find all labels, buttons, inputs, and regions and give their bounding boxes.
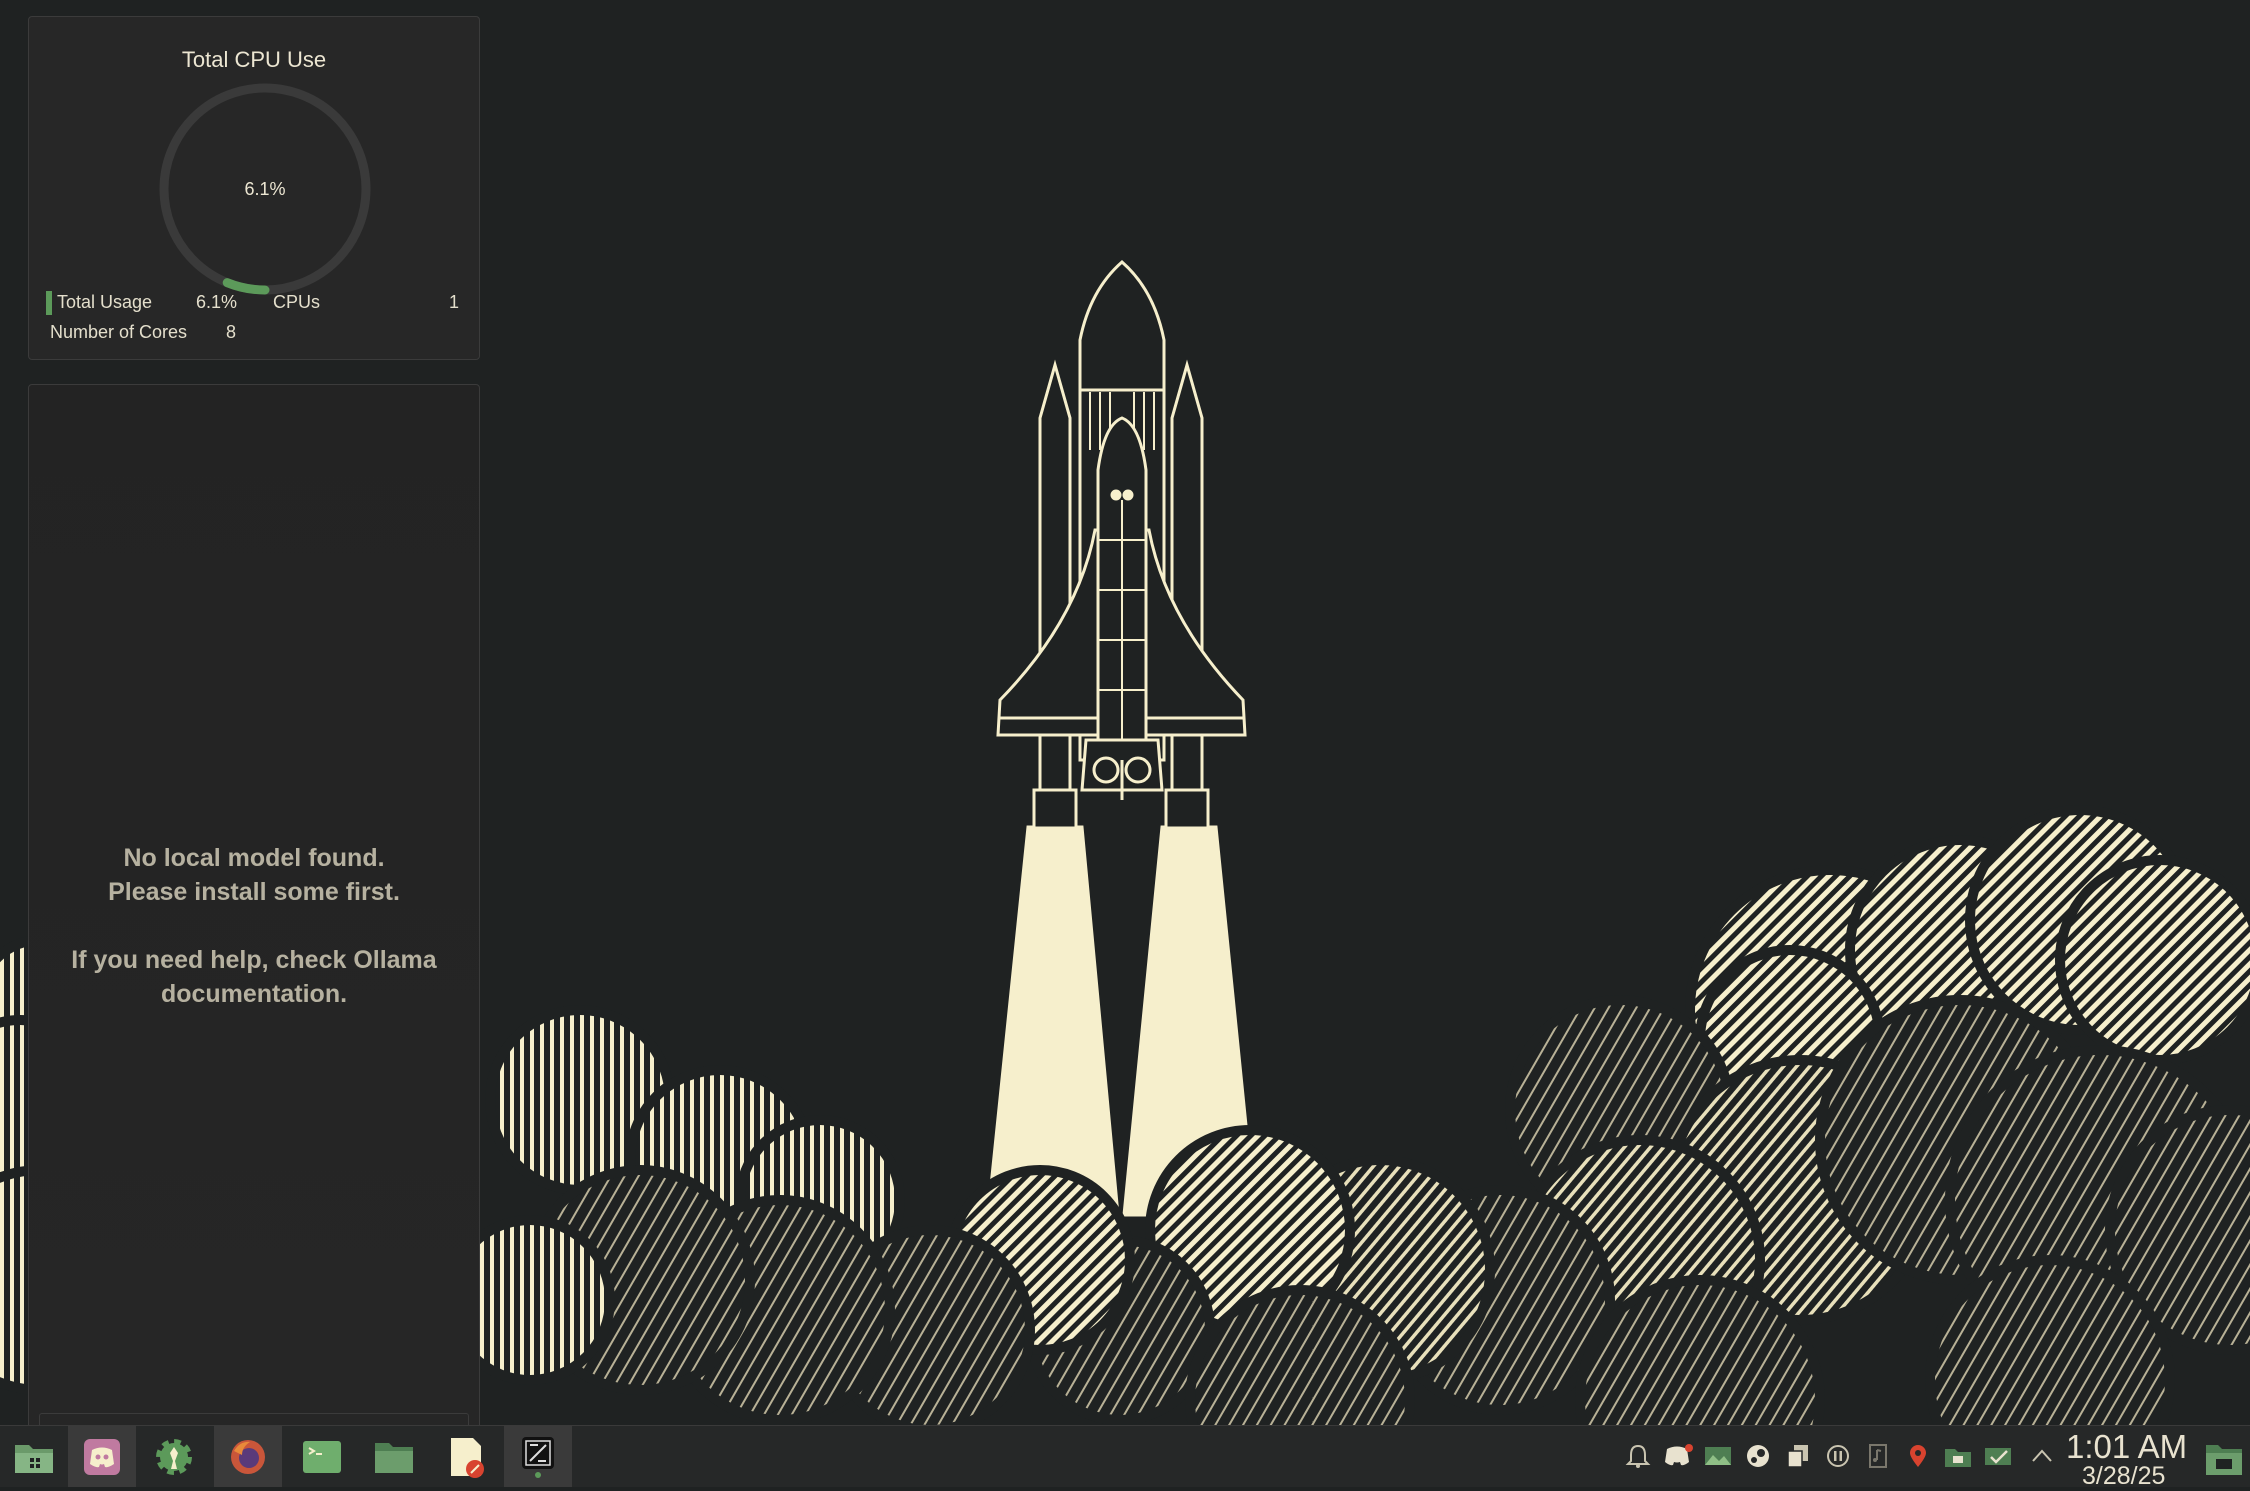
settings-task[interactable] (140, 1426, 208, 1487)
total-usage-label: Total Usage (57, 292, 153, 312)
network-icon (1945, 1449, 1971, 1467)
folder-task[interactable] (360, 1426, 428, 1487)
music-tray[interactable] (1862, 1440, 1894, 1472)
updates-tray[interactable] (1982, 1440, 2014, 1472)
usage-color-swatch (46, 291, 52, 315)
cpus-value: 1 (449, 292, 460, 312)
cores-value: 8 (226, 322, 237, 342)
code-editor-task[interactable] (504, 1426, 572, 1487)
clock-time[interactable]: 1:01 AM (2066, 1428, 2187, 1466)
text-editor-icon (451, 1437, 484, 1478)
cpus-label: CPUs (273, 292, 321, 312)
clipboard-tray[interactable] (1782, 1440, 1814, 1472)
media-pause-tray[interactable] (1822, 1440, 1854, 1472)
steam-tray[interactable] (1742, 1440, 1774, 1472)
expand-tray-button[interactable] (2026, 1440, 2058, 1472)
notifications-icon (1625, 1444, 1651, 1468)
image-tray-icon (1705, 1447, 1731, 1465)
notifications-tray[interactable] (1622, 1440, 1654, 1472)
message-line: No local model found. (123, 844, 385, 872)
location-tray[interactable] (1902, 1440, 1934, 1472)
settings-gear-icon (156, 1438, 192, 1475)
terminal-task[interactable] (288, 1426, 356, 1487)
total-usage-value: 6.1% (196, 292, 238, 312)
code-editor-icon (522, 1436, 554, 1478)
music-icon (1869, 1444, 1887, 1468)
message-line: documentation. (160, 980, 348, 1008)
cpu-widget-title: Total CPU Use (181, 47, 327, 72)
text-editor-task[interactable] (432, 1426, 500, 1487)
folder-icon (375, 1442, 413, 1473)
updates-icon (1985, 1448, 2011, 1465)
network-tray[interactable] (1942, 1440, 1974, 1472)
cores-label: Number of Cores (50, 322, 188, 342)
clipboard-icon (1787, 1445, 1808, 1468)
image-tray[interactable] (1702, 1440, 1734, 1472)
pause-icon (1827, 1445, 1849, 1467)
message-line (29, 909, 479, 943)
taskbar: 1:01 AM 3/28/25 (0, 1425, 2250, 1490)
files-icon (15, 1444, 53, 1473)
steam-icon (1747, 1445, 1769, 1467)
cpu-usage-widget: Total CPU Use 6.1% Total Usage 6.1% CPUs… (28, 16, 480, 360)
discord-task[interactable] (68, 1426, 136, 1487)
space-shuttle-illustration (986, 260, 1257, 1217)
ollama-chat-widget: No local model found. Please install som… (28, 384, 480, 1429)
files-launcher[interactable] (0, 1426, 68, 1487)
show-desktop-button[interactable] (2202, 1436, 2246, 1480)
discord-icon (84, 1438, 120, 1475)
cpu-gauge-value: 6.1% (244, 178, 286, 199)
firefox-task[interactable] (214, 1426, 282, 1487)
discord-tray[interactable] (1662, 1440, 1694, 1472)
expand-tray-icon (2032, 1449, 2052, 1462)
message-line: If you need help, check Ollama (71, 946, 437, 974)
firefox-icon (231, 1439, 265, 1474)
message-line: Please install some first. (108, 878, 400, 906)
location-pin-icon (1910, 1445, 1926, 1467)
terminal-icon (303, 1440, 341, 1473)
desktop-icon (2206, 1445, 2242, 1475)
no-model-message: No local model found. Please install som… (29, 841, 479, 1011)
discord-tray-icon (1665, 1444, 1693, 1466)
